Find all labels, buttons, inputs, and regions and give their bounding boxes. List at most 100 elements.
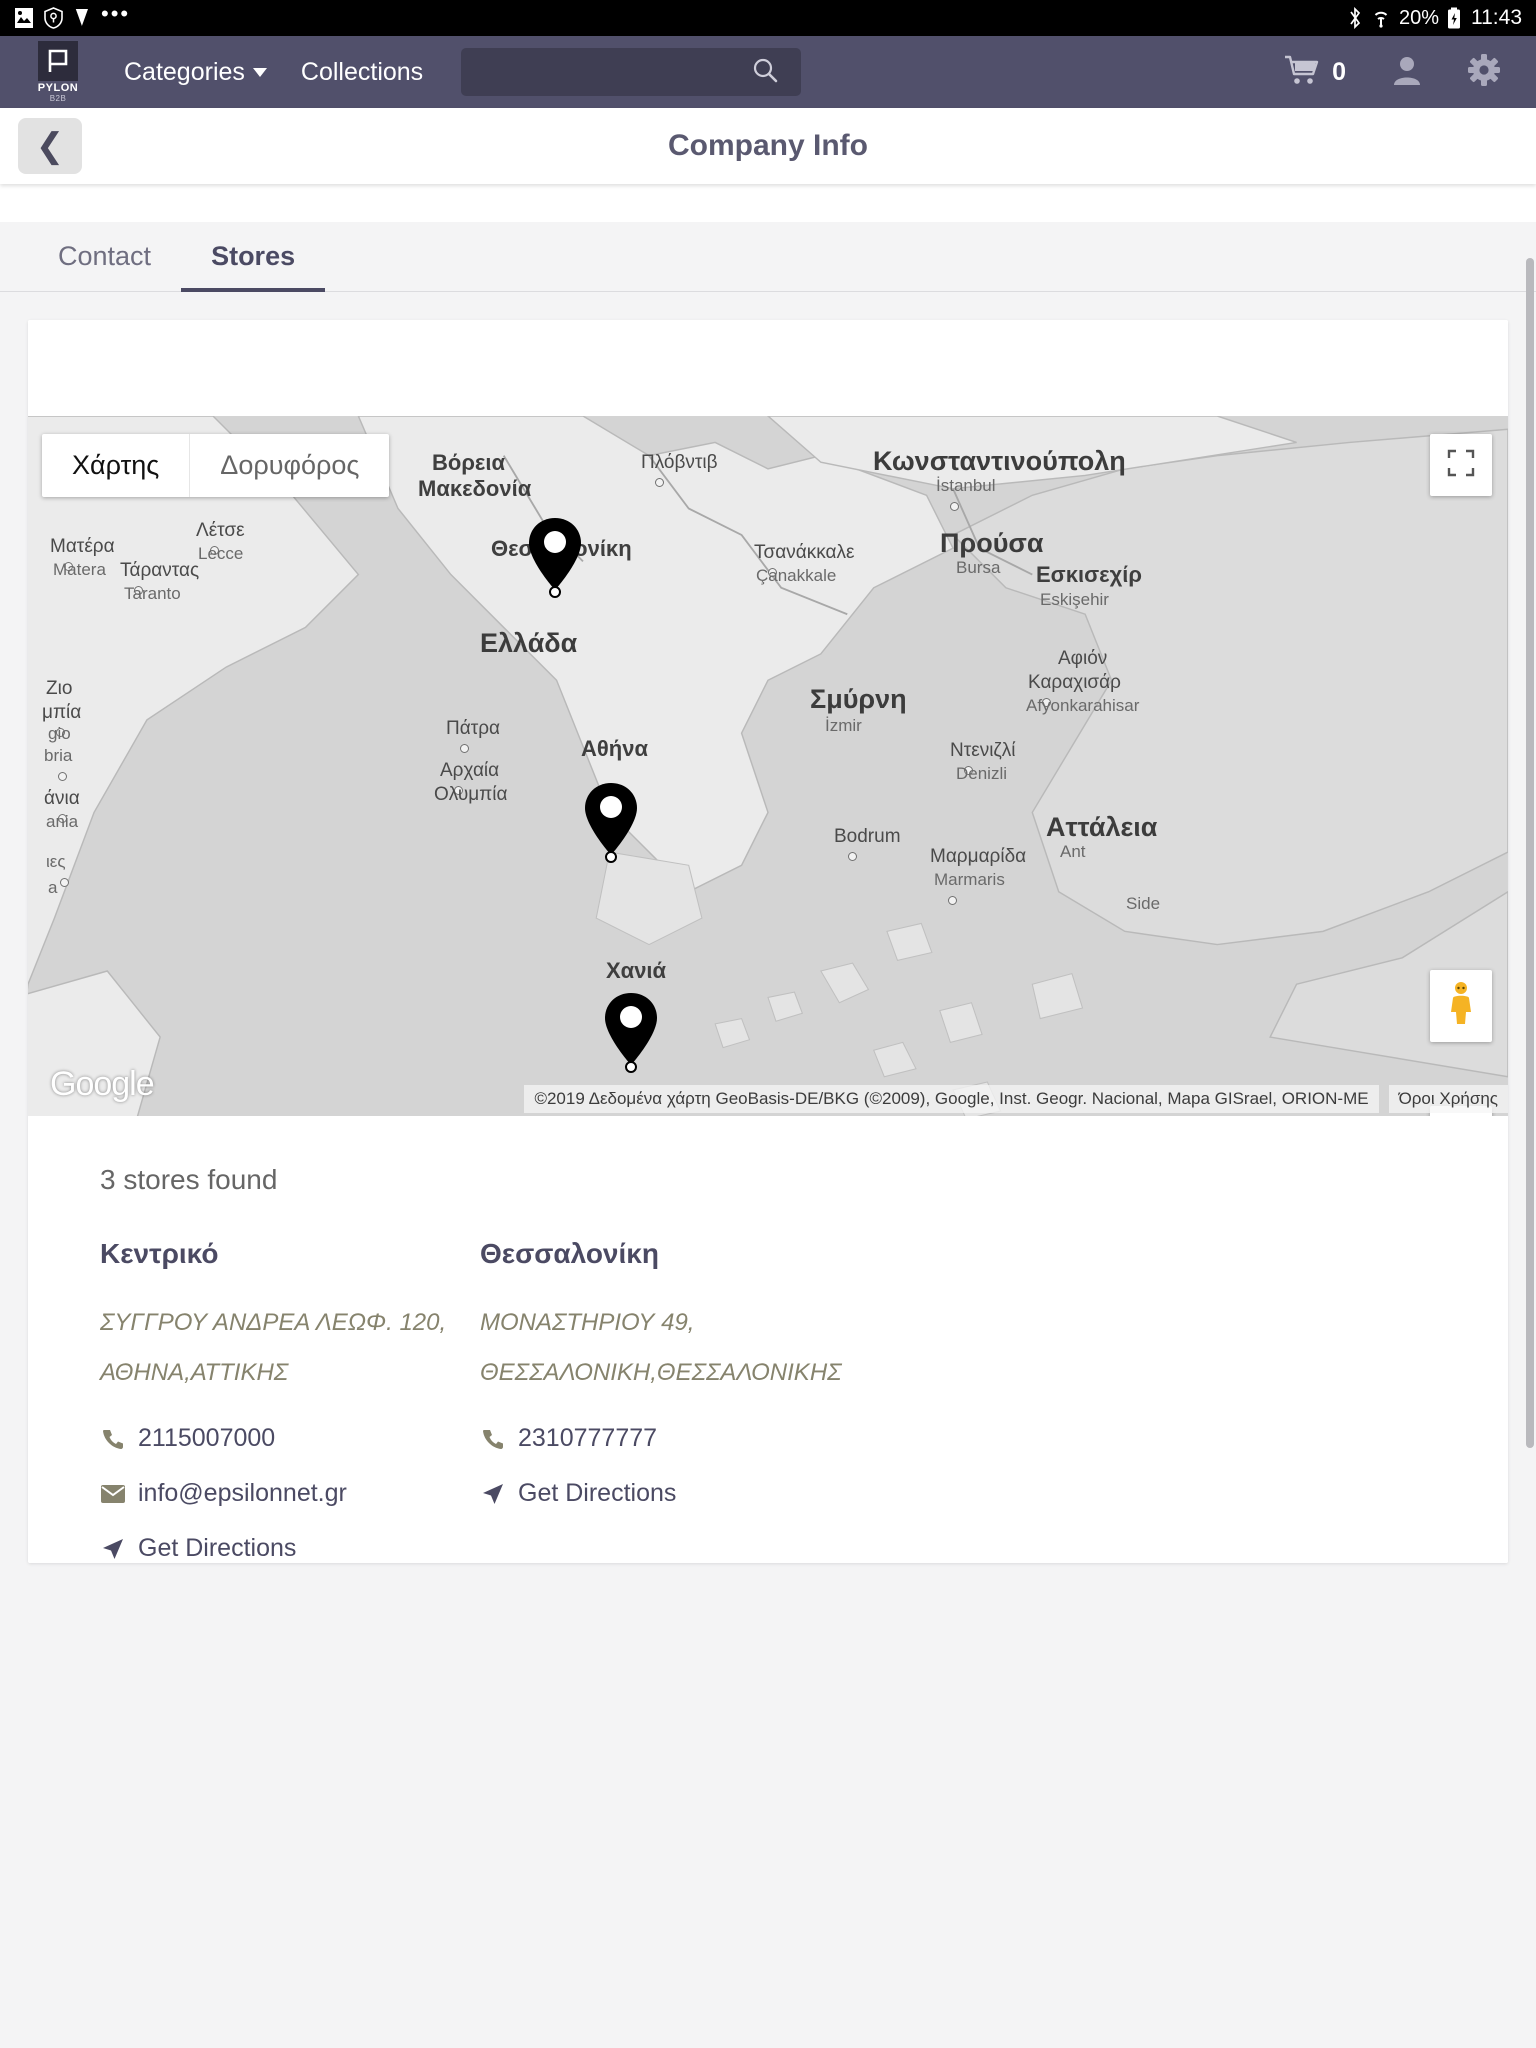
scrollbar-thumb[interactable]	[1526, 258, 1534, 1448]
more-dots-icon: •••	[101, 9, 130, 27]
store-directions[interactable]: Get Directions	[100, 1534, 480, 1563]
map-label: Καραχισάρ	[1028, 672, 1121, 694]
clock-label: 11:43	[1471, 6, 1522, 30]
map-city-dot	[950, 502, 959, 511]
map-marker-pin[interactable]	[601, 991, 661, 1078]
map-label: Αττάλεια	[1046, 812, 1157, 843]
shopping-cart-icon	[1284, 54, 1320, 91]
wifi-icon	[1371, 7, 1391, 29]
map-label: Πάτρα	[446, 718, 500, 740]
brand-name-label: PYLON	[38, 82, 78, 94]
store-directions-label: Get Directions	[138, 1534, 296, 1563]
search-icon[interactable]	[751, 56, 779, 89]
store-phone[interactable]: 2115007000	[100, 1424, 480, 1453]
map-label: Bursa	[956, 558, 1000, 578]
store-name: Θεσσαλονίκη	[480, 1238, 860, 1270]
store-directions[interactable]: Get Directions	[480, 1479, 860, 1508]
map-label: Eskişehir	[1040, 590, 1109, 610]
map-label: Πλόβντιβ	[641, 452, 718, 474]
stores-grid: Κεντρικό ΣΥΓΓΡΟΥ ΑΝΔΡΕΑ ΛΕΩΦ. 120, ΑΘΗΝΑ…	[28, 1196, 1508, 1563]
map-label: Μαρμαρίδα	[930, 846, 1026, 868]
map-marker-pin[interactable]	[581, 781, 641, 868]
battery-percent-label: 20%	[1399, 7, 1439, 30]
nav-item-categories[interactable]: Categories	[124, 58, 267, 87]
store-name: Κεντρικό	[100, 1238, 480, 1270]
store-email-label: info@epsilonnet.gr	[138, 1479, 347, 1508]
photo-icon	[14, 7, 34, 29]
map-type-map[interactable]: Χάρτης	[42, 434, 189, 497]
stores-found-label: 3 stores found	[28, 1164, 1508, 1196]
map-label: ιες	[46, 852, 66, 872]
settings-button[interactable]	[1468, 54, 1500, 91]
map-label: Εσκισεχίρ	[1036, 562, 1142, 588]
gear-icon	[1468, 54, 1500, 91]
map-label: Μακεδονία	[418, 476, 531, 502]
app-header-bar: PYLON B2B Categories Collections	[0, 36, 1536, 108]
brand-sub-label: B2B	[50, 94, 67, 104]
map-fullscreen-button[interactable]	[1430, 434, 1492, 496]
card-top-spacer	[28, 320, 1508, 416]
map-label: Lecce	[198, 544, 243, 564]
map-label: İstanbul	[936, 476, 996, 496]
map-label: Afyonkarahisar	[1026, 696, 1139, 716]
map-city-dot	[655, 478, 664, 487]
search-container[interactable]	[461, 48, 801, 96]
back-button[interactable]: ❮	[18, 118, 82, 174]
stores-map[interactable]: ΤίραναΒόρειαΜακεδονίαΠλόβντιβΚωνσταντινο…	[28, 416, 1508, 1116]
navigation-arrow-icon	[100, 1538, 126, 1560]
page-content: Contact Stores	[0, 222, 1536, 2048]
battery-charging-icon	[1447, 7, 1461, 29]
store-phone[interactable]: 2310777777	[480, 1424, 860, 1453]
map-label: άνια	[44, 788, 80, 810]
map-base-graphic	[28, 416, 1508, 1116]
nav-item-collections-label: Collections	[301, 58, 423, 87]
store-address-line1: ΣΥΓΓΡΟΥ ΑΝΔΡΕΑ ΛΕΩΦ. 120,	[100, 1298, 480, 1348]
map-label: Τσανάκκαλε	[754, 542, 854, 564]
store-address-line1: ΜΟΝΑΣΤΗΡΙΟΥ 49,	[480, 1298, 860, 1348]
page-title: Company Info	[0, 129, 1536, 163]
map-attribution-text: ©2019 Δεδομένα χάρτη GeoBasis-DE/BKG (©2…	[524, 1085, 1378, 1113]
map-label: Taranto	[124, 584, 181, 604]
phone-icon	[100, 1428, 126, 1450]
map-city-dot	[848, 852, 857, 861]
map-label: Βόρεια	[432, 450, 505, 476]
map-label: Χανιά	[606, 958, 666, 984]
map-label: Ολυμπία	[434, 784, 507, 806]
map-label: gio	[48, 724, 71, 744]
map-terms-link[interactable]: Όροι Χρήσης	[1389, 1085, 1508, 1113]
map-label: ania	[46, 812, 78, 832]
map-label: Ελλάδα	[480, 628, 577, 659]
map-label: μπία	[42, 702, 81, 724]
store-email[interactable]: info@epsilonnet.gr	[100, 1479, 480, 1508]
map-label: Bodrum	[834, 826, 901, 848]
fullscreen-icon	[1447, 449, 1475, 482]
brand-logo[interactable]: PYLON B2B	[22, 41, 94, 104]
map-marker-pin[interactable]	[525, 516, 585, 603]
store-phone-label: 2310777777	[518, 1424, 657, 1453]
cart-button[interactable]: 0	[1284, 54, 1346, 91]
map-label: Ant	[1060, 842, 1086, 862]
map-label: Ζιο	[46, 678, 72, 700]
map-label: Αθήνα	[581, 736, 648, 762]
map-attribution-bar: ©2019 Δεδομένα χάρτη GeoBasis-DE/BKG (©2…	[28, 1082, 1508, 1116]
map-label: Ντενιζλί	[950, 740, 1016, 762]
stores-card: ΤίραναΒόρειαΜακεδονίαΠλόβντιβΚωνσταντινο…	[28, 320, 1508, 1563]
tab-stores[interactable]: Stores	[181, 223, 325, 292]
search-input[interactable]	[483, 61, 751, 84]
store-card-0: Κεντρικό ΣΥΓΓΡΟΥ ΑΝΔΡΕΑ ΛΕΩΦ. 120, ΑΘΗΝΑ…	[100, 1238, 480, 1563]
phone-icon	[480, 1428, 506, 1450]
map-label: Σμύρνη	[810, 684, 907, 715]
store-address-line2: ΘΕΣΣΑΛΟΝΙΚΗ,ΘΕΣΣΑΛΟΝΙΚΗΣ	[480, 1348, 860, 1398]
bluetooth-icon	[1347, 7, 1363, 29]
map-label: bria	[44, 746, 72, 766]
flag-square-icon	[38, 41, 78, 81]
map-city-dot	[948, 896, 957, 905]
tab-contact[interactable]: Contact	[28, 223, 181, 292]
user-icon	[1392, 54, 1422, 91]
nav-item-collections[interactable]: Collections	[301, 58, 423, 87]
account-button[interactable]	[1392, 54, 1422, 91]
map-type-satellite[interactable]: Δορυφόρος	[189, 434, 389, 497]
street-view-button[interactable]	[1430, 970, 1492, 1042]
map-label: Denizli	[956, 764, 1007, 784]
map-label: Çanakkale	[756, 566, 836, 586]
